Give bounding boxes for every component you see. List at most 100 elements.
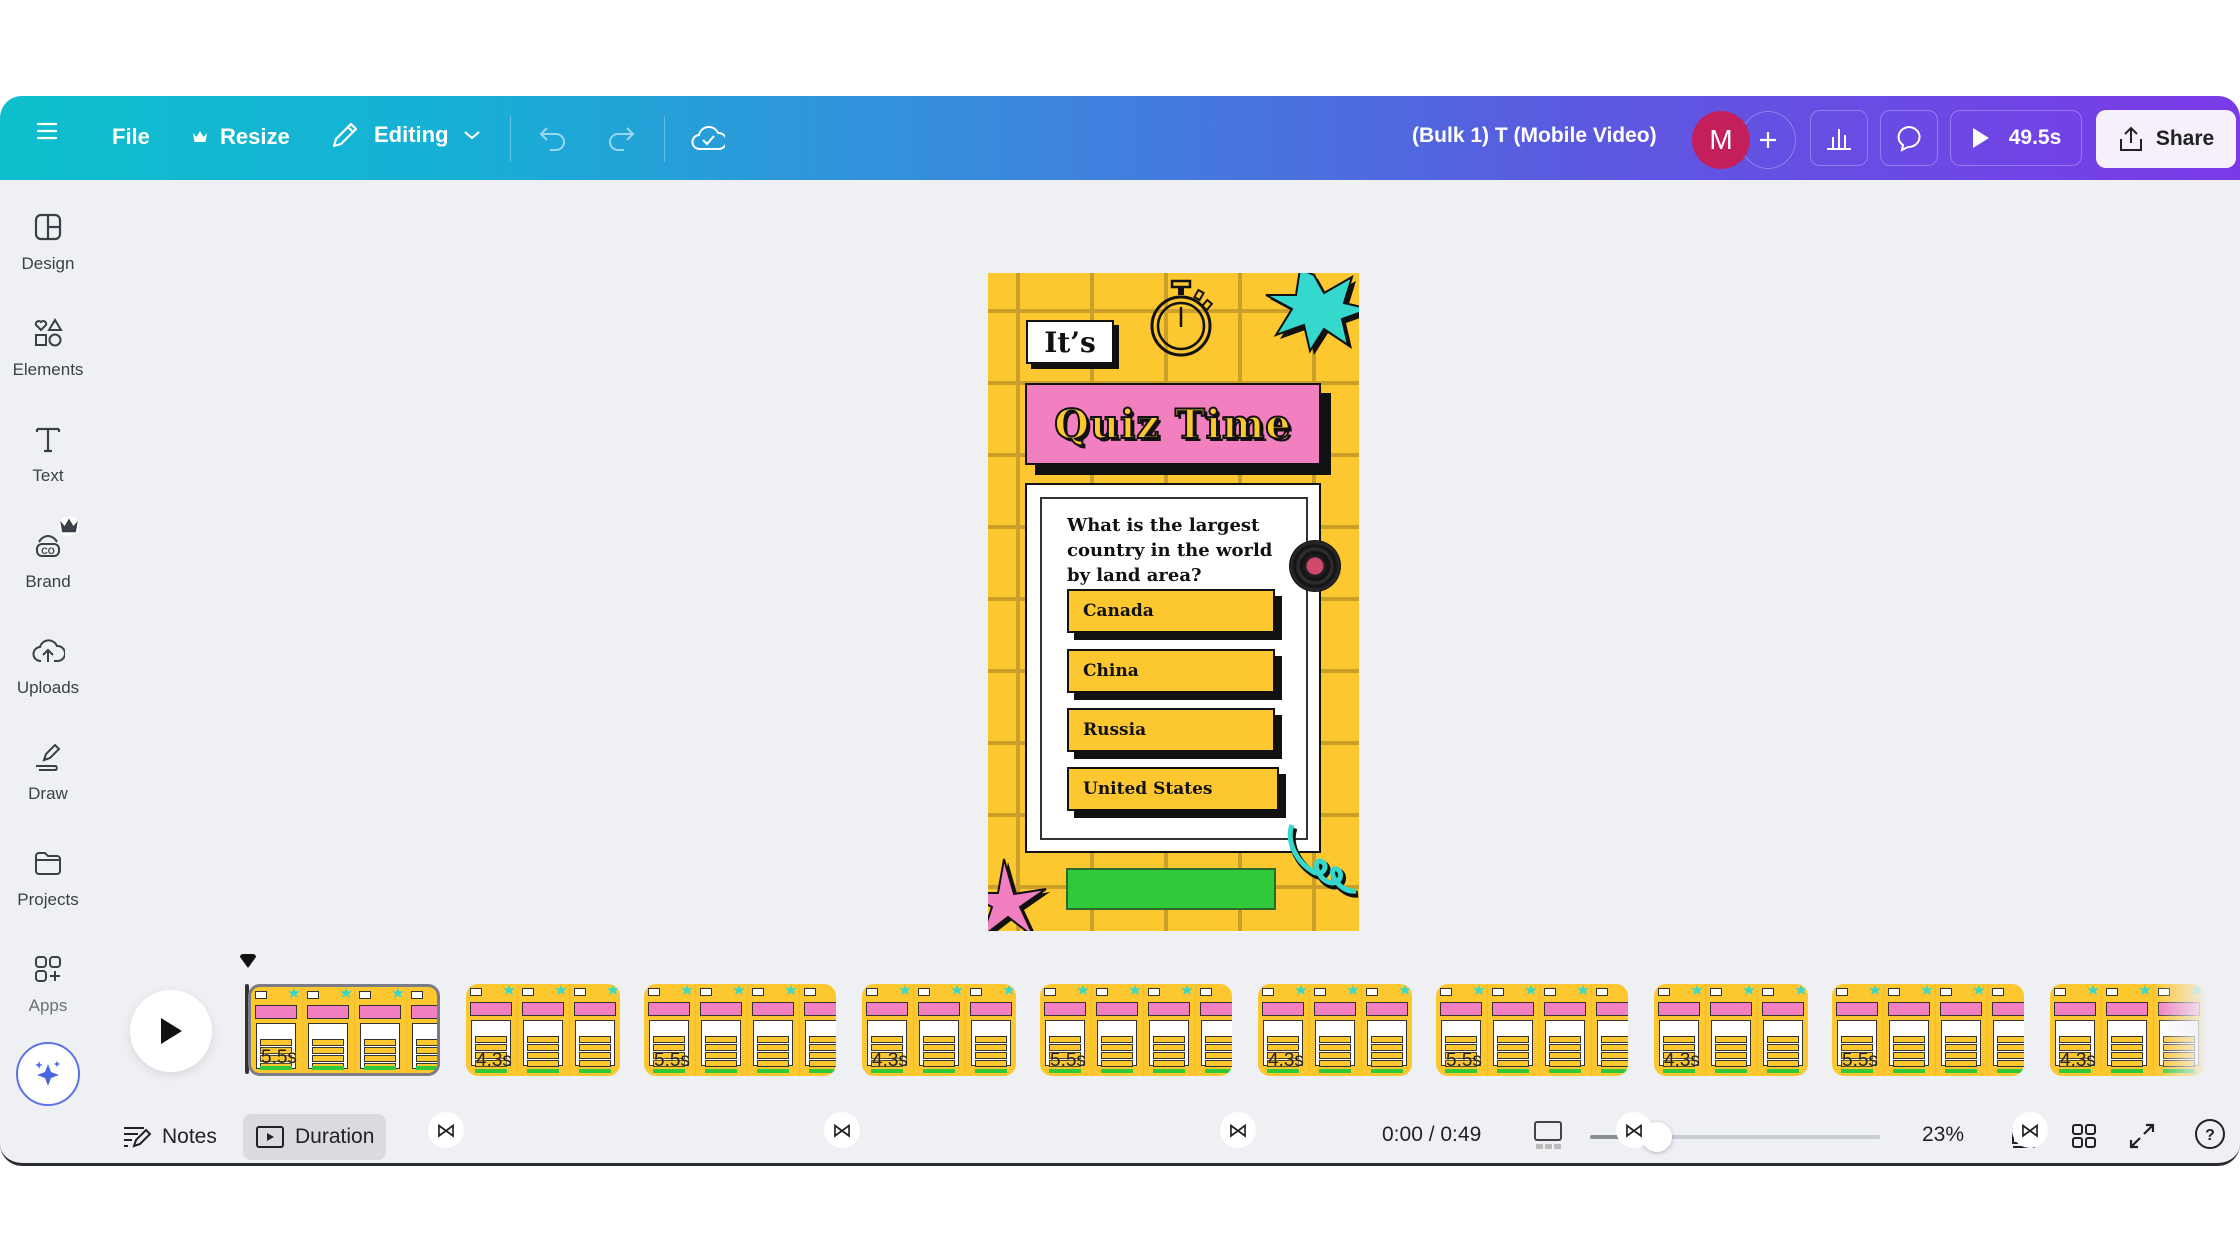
magic-assistant-button[interactable] [16, 1042, 80, 1106]
timeline-view-toggle[interactable] [1530, 1118, 1566, 1154]
progress-bar-decoration[interactable] [1066, 868, 1276, 910]
overflow-fade [2154, 984, 2204, 1076]
undo-icon [539, 127, 565, 151]
left-sidebar: Design Elements Text CO Brand Uploads Dr… [0, 180, 96, 1163]
timeline-play-button[interactable] [130, 990, 212, 1072]
sidebar-item-text[interactable]: Text [0, 422, 96, 486]
shapes-icon [34, 318, 63, 347]
timeline-clip[interactable]: 5.5s [1832, 984, 2024, 1076]
clip-duration: 5.5s [1050, 1050, 1086, 1071]
hamburger-icon [36, 122, 58, 140]
sidebar-item-brand[interactable]: CO Brand [0, 516, 96, 592]
vinyl-record-decoration [1289, 540, 1341, 592]
fullscreen-button[interactable] [2124, 1118, 2160, 1154]
clip-duration: 4.3s [1664, 1050, 1700, 1071]
transition-icon: ⋈ [436, 1119, 456, 1142]
clip-thumbnail [355, 987, 407, 1073]
grid-view-button[interactable] [2066, 1118, 2102, 1154]
sidebar-item-apps[interactable]: Apps [0, 952, 96, 1016]
expand-icon [2129, 1123, 2155, 1149]
grid-icon [2072, 1124, 2096, 1148]
apps-icon [35, 956, 61, 982]
clip-thumbnail [407, 987, 437, 1073]
play-presentation-button[interactable]: 49.5s [1950, 110, 2082, 166]
help-button[interactable]: ? [2192, 1116, 2228, 1152]
main-menu-button[interactable] [36, 120, 58, 142]
toolbar-divider [510, 116, 511, 162]
clip-duration: 5.5s [654, 1050, 690, 1071]
insights-button[interactable] [1810, 110, 1868, 166]
timeline-clip[interactable]: 4.3s [862, 984, 1016, 1076]
sparkle-icon [35, 1061, 60, 1086]
sidebar-item-draw[interactable]: Draw [0, 740, 96, 804]
transition-icon: ⋈ [1624, 1119, 1644, 1142]
grid-line [1016, 273, 1020, 931]
zoom-percent[interactable]: 23% [1922, 1123, 1964, 1147]
transition-button[interactable]: ⋈ [1616, 1112, 1652, 1148]
premium-crown-badge [59, 516, 79, 536]
question-card[interactable]: What is the largest country in the world… [1025, 483, 1321, 853]
timeline-clip[interactable]: 5.5s [644, 984, 836, 1076]
draw-icon [36, 743, 61, 771]
clip-thumbnail [518, 984, 570, 1076]
clip-duration: 5.5s [1842, 1050, 1878, 1071]
clip-duration: 4.3s [2060, 1050, 2096, 1071]
question-card-inner: What is the largest country in the world… [1040, 497, 1308, 840]
pink-flower-decoration [988, 858, 1050, 931]
editing-mode-dropdown[interactable]: Editing [330, 120, 481, 150]
file-menu[interactable]: File [112, 124, 150, 150]
timeline-clip[interactable]: 4.3s [1654, 984, 1808, 1076]
svg-text:CO: CO [41, 546, 55, 556]
clip-thumbnail [1488, 984, 1540, 1076]
clip-thumbnail [1592, 984, 1628, 1076]
design-title[interactable]: (Bulk 1) T (Mobile Video) [1412, 124, 1657, 148]
svg-text:?: ? [2205, 1127, 2215, 1144]
sidebar-item-projects[interactable]: Projects [0, 846, 96, 910]
video-duration-icon [256, 1126, 284, 1148]
sidebar-item-elements[interactable]: Elements [0, 316, 96, 380]
sidebar-item-uploads[interactable]: Uploads [0, 634, 96, 698]
question-text[interactable]: What is the largest country in the world… [1067, 513, 1297, 588]
squiggle-decoration [1287, 824, 1359, 898]
comment-icon [1897, 125, 1921, 152]
clip-duration: 4.3s [872, 1050, 908, 1071]
share-upload-icon [2119, 126, 2142, 151]
transition-icon: ⋈ [832, 1119, 852, 1142]
resize-button[interactable]: Resize [192, 124, 290, 150]
answer-option[interactable]: Canada [1067, 589, 1275, 633]
star-burst-decoration [1265, 273, 1359, 355]
sidebar-item-design[interactable]: Design [0, 210, 96, 274]
notes-button[interactable]: Notes [112, 1114, 227, 1160]
comments-button[interactable] [1880, 110, 1938, 166]
timeline-clip[interactable]: 4.3s [1258, 984, 1412, 1076]
clip-thumbnail [303, 987, 355, 1073]
design-page[interactable]: It’s Quiz Time What is the largest count… [988, 273, 1359, 931]
transition-button[interactable]: ⋈ [428, 1112, 464, 1148]
timeline-clip[interactable]: 5.5s [248, 984, 440, 1076]
user-avatar[interactable]: M [1692, 111, 1750, 169]
redo-button[interactable] [604, 120, 638, 156]
clip-thumbnail [696, 984, 748, 1076]
quiz-title-banner[interactable]: Quiz Time [1025, 383, 1321, 465]
timeline-clip[interactable]: 4.3s [466, 984, 620, 1076]
timeline-clip[interactable]: 5.5s [1040, 984, 1232, 1076]
bar-chart-icon [1827, 129, 1851, 150]
plus-icon [1760, 132, 1776, 148]
transition-button[interactable]: ⋈ [1220, 1112, 1256, 1148]
transition-button[interactable]: ⋈ [2012, 1112, 2048, 1148]
playhead-handle[interactable] [239, 954, 257, 968]
clip-thumbnail [1758, 984, 1808, 1076]
answer-option[interactable]: United States [1067, 767, 1279, 811]
answer-option[interactable]: China [1067, 649, 1275, 693]
undo-button[interactable] [536, 120, 570, 156]
duration-button[interactable]: Duration [243, 1114, 387, 1160]
save-status-button[interactable] [690, 120, 726, 156]
transition-button[interactable]: ⋈ [824, 1112, 860, 1148]
transition-icon: ⋈ [2020, 1119, 2040, 1142]
answer-option[interactable]: Russia [1067, 708, 1275, 752]
timeline-clip[interactable]: 5.5s [1436, 984, 1628, 1076]
clip-duration: 4.3s [476, 1050, 512, 1071]
share-button[interactable]: Share [2096, 110, 2236, 168]
its-label[interactable]: It’s [1026, 320, 1114, 364]
timeline-clip[interactable]: 4.3s [2050, 984, 2204, 1076]
